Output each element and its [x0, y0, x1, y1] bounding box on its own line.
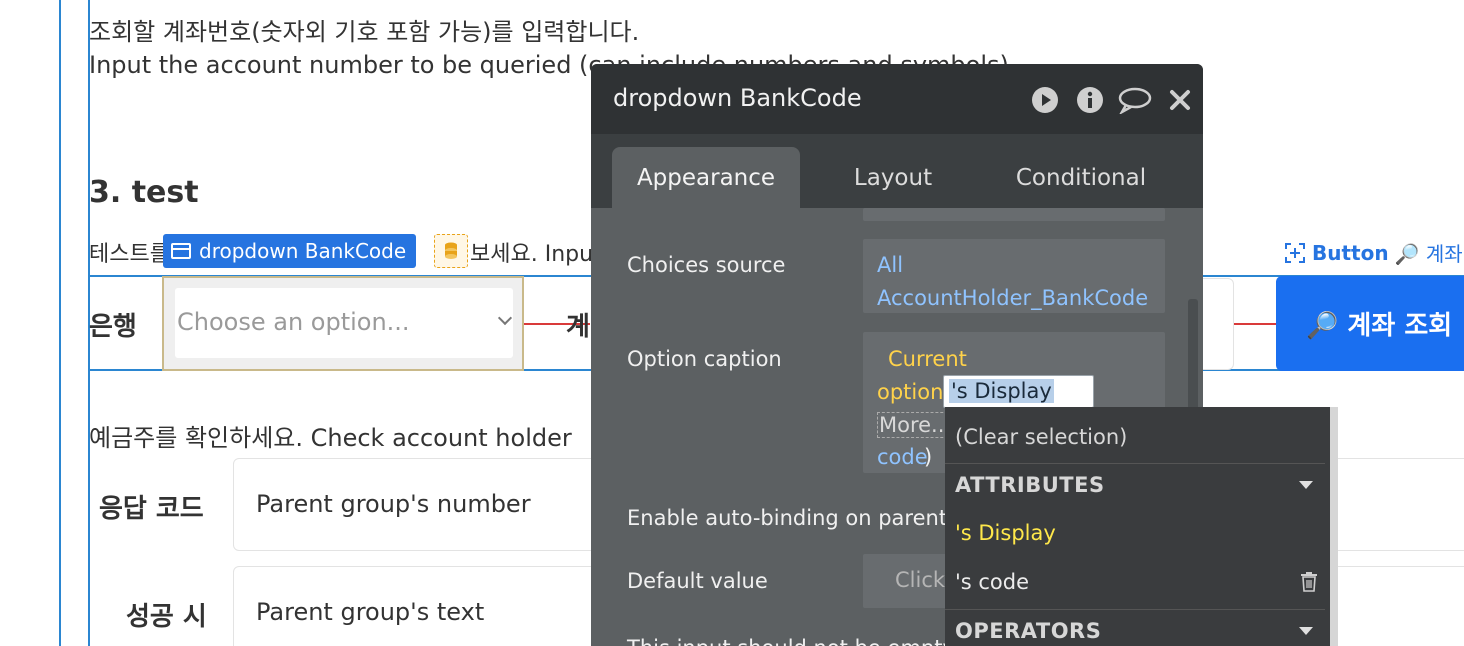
section-heading: 3. test: [89, 175, 199, 210]
caption-input-selected-text: 's Display: [949, 379, 1054, 403]
caption-more-link[interactable]: More...: [877, 412, 954, 438]
choices-source-value-2[interactable]: AccountHolder_BankCode: [877, 286, 1148, 310]
attributes-header-label: ATTRIBUTES: [955, 473, 1105, 497]
operators-header-label: OPERATORS: [955, 619, 1102, 643]
previous-property-box[interactable]: [863, 208, 1165, 221]
selected-element-chip[interactable]: dropdown BankCode: [163, 234, 417, 268]
panel-header: dropdown BankCode: [591, 64, 1203, 134]
selected-element-name: dropdown BankCode: [199, 239, 407, 263]
default-value-label: Default value: [627, 569, 768, 593]
tab-appearance[interactable]: Appearance: [612, 147, 800, 208]
caption-code[interactable]: code: [877, 445, 928, 469]
panel-title: dropdown BankCode: [613, 84, 862, 112]
button-element-label[interactable]: Button 🔎 계좌 ...: [1284, 238, 1464, 267]
attributes-section-header[interactable]: ATTRIBUTES: [945, 463, 1325, 507]
tab-conditional[interactable]: Conditional: [991, 147, 1171, 208]
editor-canvas: 조회할 계좌번호(숫자외 기호 포함 가능)를 입력합니다. Input the…: [0, 0, 1464, 646]
tab-layout[interactable]: Layout: [821, 147, 965, 208]
button-element-name: 🔎 계좌 ...: [1394, 242, 1464, 266]
close-icon[interactable]: [1168, 86, 1192, 114]
comment-icon[interactable]: [1118, 86, 1152, 114]
clear-selection-option[interactable]: (Clear selection): [955, 425, 1127, 449]
default-value-placeholder: Click: [895, 568, 946, 592]
holder-prompt: 예금주를 확인하세요. Check account holder: [89, 424, 572, 452]
caption-option[interactable]: option: [877, 380, 943, 404]
auto-binding-label: Enable auto-binding on parent e: [627, 506, 967, 530]
trash-icon[interactable]: [1300, 572, 1318, 592]
button-element-type: Button: [1312, 240, 1389, 265]
info-icon[interactable]: [1076, 86, 1104, 114]
account-instruction-ko: 조회할 계좌번호(숫자외 기호 포함 가능)를 입력합니다.: [89, 18, 640, 46]
account-search-button-label: 🔎 계좌 조회: [1306, 311, 1453, 341]
left-guide-line: [59, 0, 61, 646]
dropdown-element-icon: [171, 243, 191, 259]
triangle-down-icon: [1299, 627, 1313, 635]
response-code-value: Parent group's number: [256, 490, 531, 518]
play-icon[interactable]: [1031, 86, 1059, 114]
operators-section-header[interactable]: OPERATORS: [945, 609, 1325, 646]
triangle-down-icon: [1299, 481, 1313, 489]
database-icon[interactable]: [434, 234, 468, 268]
account-search-button[interactable]: 🔎 계좌 조회: [1276, 276, 1464, 371]
caption-close-paren: ): [924, 445, 933, 469]
expression-dropdown-menu: (Clear selection) ATTRIBUTES 's Display …: [945, 407, 1338, 646]
test-instruction-suffix: 보세요. Inpu: [470, 242, 594, 267]
not-empty-label: This input should not be empty: [627, 636, 955, 646]
success-label: 성공 시: [126, 602, 207, 632]
caption-current[interactable]: Current: [888, 347, 967, 371]
bank-dropdown-placeholder: Choose an option...: [177, 308, 410, 336]
test-instruction-prefix: 테스트를: [89, 242, 170, 267]
account-label-partial: 계: [566, 312, 590, 342]
add-element-icon: [1285, 242, 1305, 263]
attribute-display-option[interactable]: 's Display: [955, 521, 1056, 545]
choices-source-label: Choices source: [627, 253, 786, 277]
bank-label: 은행: [89, 312, 137, 342]
choices-source-value-1[interactable]: All: [877, 253, 903, 277]
panel-tabbar: Appearance Layout Conditional: [591, 134, 1203, 208]
success-value: Parent group's text: [256, 598, 485, 626]
option-caption-label: Option caption: [627, 347, 782, 371]
response-code-label: 응답 코드: [99, 494, 204, 524]
attribute-code-option[interactable]: 's code: [955, 570, 1029, 594]
